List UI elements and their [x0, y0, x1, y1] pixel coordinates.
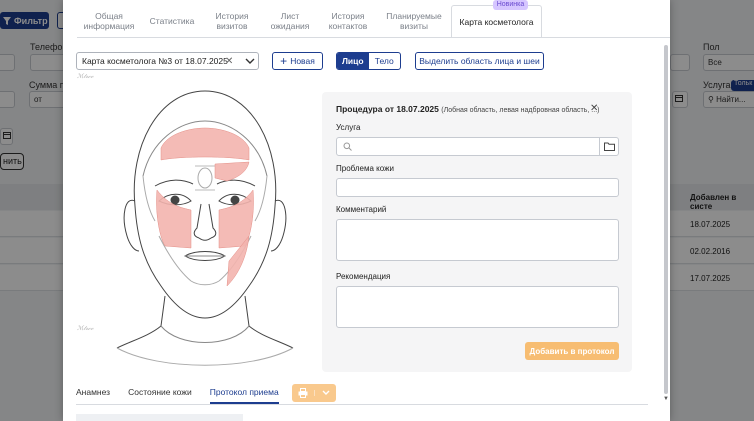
- signature-mark: ℳ𝓉𝓇𝒸𝓋: [77, 325, 94, 332]
- procedure-title: Процедура от 18.07.2025 (Лобная область,…: [336, 104, 599, 114]
- face-label: Лицо: [341, 56, 364, 66]
- close-icon[interactable]: ✕: [590, 103, 598, 114]
- chevron-down-icon[interactable]: [245, 55, 255, 67]
- tab-contact-history[interactable]: История контактов: [319, 5, 377, 38]
- tab-general[interactable]: Общая информация: [77, 5, 141, 38]
- bottom-tabs-divider: [76, 404, 648, 405]
- skin-problem-label: Проблема кожи: [336, 164, 394, 173]
- procedure-zones: (Лобная область, левая надбровная област…: [441, 107, 600, 114]
- tab-visit-protocol[interactable]: Протокол приема: [209, 385, 279, 404]
- tab-label: Протокол приема: [209, 387, 279, 397]
- bottom-tab-bar: Анамнез Состояние кожи Протокол приема: [76, 385, 297, 404]
- search-icon: [343, 142, 352, 151]
- service-input[interactable]: [336, 137, 619, 156]
- folder-icon: [603, 142, 615, 151]
- modal-scrollbar[interactable]: ▼: [663, 45, 669, 403]
- skin-problem-input[interactable]: [336, 178, 619, 197]
- signature-mark: ℳ𝓉𝓇𝒸𝓋: [77, 73, 94, 80]
- tab-label: Статистика: [149, 16, 195, 26]
- clear-icon[interactable]: ✕: [225, 56, 233, 67]
- add-to-protocol-button[interactable]: Добавить в протокол: [525, 342, 619, 360]
- scrollbar-thumb[interactable]: [664, 45, 668, 394]
- tab-label: Лист ожидания: [270, 11, 310, 31]
- face-toggle[interactable]: Лицо: [337, 53, 369, 69]
- tab-label: Карта косметолога: [459, 16, 534, 27]
- tab-label: Общая информация: [83, 11, 135, 31]
- tab-bar: Общая информация Статистика История визи…: [77, 5, 542, 38]
- print-button[interactable]: [292, 384, 336, 402]
- tab-label: История визитов: [215, 11, 249, 31]
- tabs-divider: [77, 37, 670, 38]
- folder-button[interactable]: [599, 138, 618, 155]
- new-card-button[interactable]: + Новая: [272, 52, 323, 70]
- tab-waiting-list[interactable]: Лист ожидания: [261, 5, 319, 38]
- select-zone-label: Выделить область лица и шеи: [419, 56, 540, 66]
- tab-visit-history[interactable]: История визитов: [203, 5, 261, 38]
- tab-label: Анамнез: [76, 387, 111, 397]
- print-icon: [298, 388, 308, 398]
- tab-skin-condition[interactable]: Состояние кожи: [128, 385, 192, 404]
- plus-icon: +: [280, 54, 288, 68]
- tab-planned-visits[interactable]: Планируемые визиты: [377, 5, 451, 38]
- body-label: Тело: [374, 56, 394, 66]
- new-badge: Новинка: [493, 0, 528, 10]
- recommendation-label: Рекомендация: [336, 272, 391, 281]
- select-zone-button[interactable]: Выделить область лица и шеи: [415, 52, 544, 70]
- body-toggle[interactable]: Тело: [369, 53, 401, 69]
- card-select[interactable]: Карта косметолога №3 от 18.07.2025 ✕: [76, 52, 259, 70]
- face-body-toggle: Лицо Тело: [336, 52, 401, 70]
- procedure-panel: Процедура от 18.07.2025 (Лобная область,…: [322, 92, 632, 372]
- comment-textarea[interactable]: [336, 219, 619, 261]
- client-card-modal: Общая информация Статистика История визи…: [63, 0, 670, 421]
- service-field-label: Услуга: [336, 123, 361, 132]
- print-menu-toggle[interactable]: [314, 390, 336, 396]
- tab-anamnesis[interactable]: Анамнез: [76, 385, 110, 404]
- tab-label: Состояние кожи: [128, 387, 192, 397]
- card-select-value: Карта косметолога №3 от 18.07.2025: [82, 56, 228, 66]
- tab-label: История контактов: [328, 11, 368, 31]
- comment-label: Комментарий: [336, 205, 387, 214]
- chevron-down-icon: [322, 390, 329, 395]
- new-card-label: Новая: [290, 56, 315, 66]
- tab-label: Планируемые визиты: [386, 11, 442, 31]
- scroll-down-arrow-icon[interactable]: ▼: [663, 396, 669, 402]
- tab-statistics[interactable]: Статистика: [141, 5, 203, 38]
- recommendation-textarea[interactable]: [336, 286, 619, 328]
- add-to-protocol-label: Добавить в протокол: [529, 346, 615, 356]
- protocol-content-stub: [76, 414, 243, 421]
- procedure-title-text: Процедура от 18.07.2025: [336, 104, 439, 114]
- face-diagram[interactable]: [99, 86, 311, 366]
